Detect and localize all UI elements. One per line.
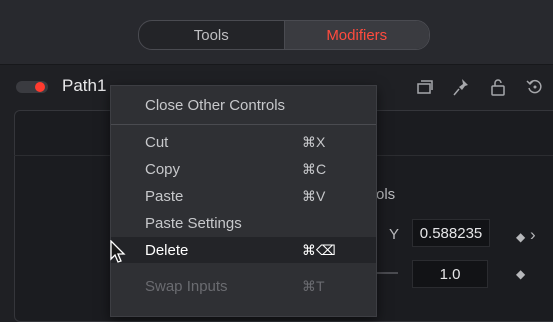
keyframe-diamond-icon[interactable]: ◆ xyxy=(516,267,525,281)
slider-track[interactable] xyxy=(374,272,398,274)
tab-tools[interactable]: Tools xyxy=(139,21,284,49)
menu-item-paste[interactable]: Paste ⌘V xyxy=(111,183,376,209)
menu-item-paste-settings[interactable]: Paste Settings xyxy=(111,210,376,236)
y-value-field[interactable]: 0.588235 xyxy=(412,219,490,247)
menu-item-cut[interactable]: Cut ⌘X xyxy=(111,129,376,155)
layers-icon[interactable] xyxy=(415,77,435,97)
context-menu: Close Other Controls Cut ⌘X Copy ⌘C Past… xyxy=(110,85,377,317)
node-name: Path1 xyxy=(62,76,107,95)
value-field[interactable]: 1.0 xyxy=(412,260,488,288)
tab-modifiers[interactable]: Modifiers xyxy=(283,21,429,49)
mouse-cursor-icon xyxy=(110,239,126,269)
toggle-dot xyxy=(35,82,45,92)
menu-item-swap-inputs: Swap Inputs ⌘T xyxy=(145,277,325,295)
menu-item-close-other-controls[interactable]: Close Other Controls xyxy=(111,92,376,118)
tool-modifier-switch: Tools Modifiers xyxy=(138,20,430,50)
node-enable-toggle[interactable] xyxy=(16,81,48,93)
menu-separator xyxy=(111,124,376,125)
menu-item-delete[interactable]: Delete ⌘⌫ xyxy=(111,237,376,263)
chevron-right-icon[interactable]: › xyxy=(530,225,536,245)
keyframe-diamond-icon[interactable]: ◆ xyxy=(516,230,525,244)
pin-icon[interactable] xyxy=(451,77,471,97)
section-label: ols xyxy=(376,186,396,203)
menu-item-copy[interactable]: Copy ⌘C xyxy=(111,156,376,182)
reset-icon[interactable] xyxy=(525,77,545,97)
y-label: Y xyxy=(389,226,400,243)
lock-icon[interactable] xyxy=(488,77,508,97)
